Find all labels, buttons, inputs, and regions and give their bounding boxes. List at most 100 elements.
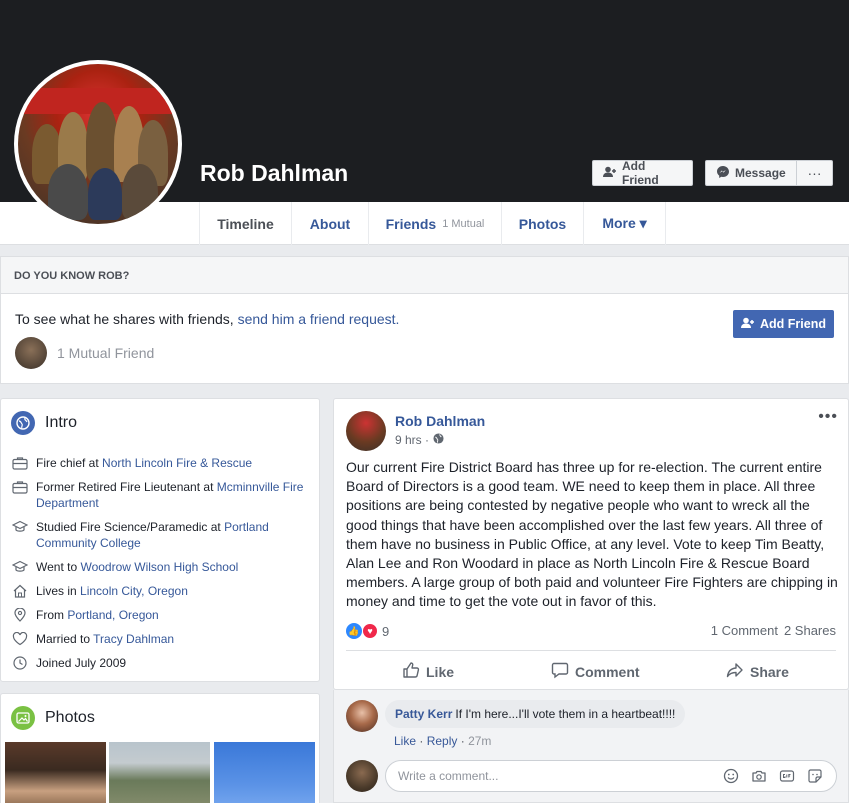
photos-card: Photos xyxy=(0,693,320,803)
comment-time[interactable]: 27m xyxy=(468,734,491,748)
intro-item-joined: Joined July 2009 xyxy=(11,655,311,671)
intro-item-from: From Portland, Oregon xyxy=(11,607,311,623)
love-reaction-icon: ♥ xyxy=(362,623,378,639)
photo-thumbnail[interactable] xyxy=(214,742,315,803)
photos-title: Photos xyxy=(45,709,95,726)
intro-item-text: Fire chief at xyxy=(36,456,103,470)
photo-icon xyxy=(11,706,35,730)
comment-label: Comment xyxy=(575,663,640,680)
send-friend-request-link[interactable]: send him a friend request. xyxy=(238,311,400,327)
do-you-know-text: To see what he shares with friends, send… xyxy=(15,311,399,327)
comment-tools xyxy=(722,767,824,785)
reactions-summary[interactable]: 👍 ♥ 9 xyxy=(346,623,389,639)
profile-picture-image xyxy=(18,64,178,224)
intro-item-link[interactable]: Woodrow Wilson High School xyxy=(80,560,238,574)
shares-count[interactable]: 2 Shares xyxy=(784,623,836,638)
share-label: Share xyxy=(750,663,789,680)
sticker-icon[interactable] xyxy=(806,767,824,785)
share-button[interactable]: Share xyxy=(726,661,789,682)
tab-friends-label: Friends xyxy=(385,215,437,232)
emoji-icon[interactable] xyxy=(722,767,740,785)
comment-text: If I'm here...I'll vote them in a heartb… xyxy=(455,707,676,721)
messenger-icon xyxy=(716,165,730,182)
tab-friends-mutual-count: 1 Mutual xyxy=(442,217,485,230)
add-friend-secondary-label: Add Friend xyxy=(760,317,826,331)
like-button[interactable]: Like xyxy=(402,661,454,682)
intro-item-work: Fire chief at North Lincoln Fire & Rescu… xyxy=(11,455,311,471)
photo-thumbnail[interactable] xyxy=(109,742,210,803)
comment-reply-link[interactable]: Reply xyxy=(427,734,458,748)
add-friend-button[interactable]: Add Friend xyxy=(592,159,693,187)
more-options-button[interactable]: ··· xyxy=(796,160,833,186)
tab-more[interactable]: More ▾ xyxy=(583,202,666,245)
home-icon xyxy=(11,583,28,599)
comment-input[interactable] xyxy=(398,769,722,783)
commenter-avatar[interactable] xyxy=(346,700,378,732)
like-reaction-icon: 👍 xyxy=(346,623,362,639)
post-author-name[interactable]: Rob Dahlman xyxy=(395,413,485,429)
intro-title: Intro xyxy=(45,414,78,431)
comment-meta-separator: · xyxy=(460,734,465,748)
clock-icon xyxy=(11,655,28,671)
tab-photos-label: Photos xyxy=(518,215,567,232)
graduation-cap-icon xyxy=(11,519,28,535)
comment-icon xyxy=(551,661,569,682)
comment-button[interactable]: Comment xyxy=(551,661,640,682)
intro-item-text: From xyxy=(36,608,68,622)
add-friend-button-secondary[interactable]: Add Friend xyxy=(733,310,834,338)
post-options-button[interactable]: ••• xyxy=(818,408,838,426)
mutual-friend-row[interactable]: 1 Mutual Friend xyxy=(15,337,154,369)
tab-about[interactable]: About xyxy=(291,202,368,245)
intro-item-text: Went to xyxy=(36,560,81,574)
post-timestamp[interactable]: 9 hrs · xyxy=(395,433,429,447)
tab-timeline-label: Timeline xyxy=(217,215,274,232)
tab-about-label: About xyxy=(309,215,351,232)
reactions-count: 9 xyxy=(382,623,390,639)
intro-item-married: Married to Tracy Dahlman xyxy=(11,631,311,647)
comment-bubble: Patty Kerr If I'm here...I'll vote them i… xyxy=(385,700,686,728)
thumbs-up-icon xyxy=(402,661,420,682)
photo-thumbnail[interactable] xyxy=(5,742,106,803)
comments-count[interactable]: 1 Comment xyxy=(711,623,778,638)
intro-item-former-work: Former Retired Fire Lieutenant at Mcminn… xyxy=(11,479,311,511)
post-card: Rob Dahlman 9 hrs · ••• Our current Fire… xyxy=(333,398,849,690)
heart-icon xyxy=(11,631,28,647)
comment-input-box[interactable] xyxy=(385,760,837,792)
briefcase-icon xyxy=(11,455,28,471)
tab-timeline[interactable]: Timeline xyxy=(199,202,291,245)
comment-like-link[interactable]: Like xyxy=(394,734,416,748)
intro-item-text: Joined July 2009 xyxy=(36,656,127,670)
intro-item-studied: Studied Fire Science/Paramedic at Portla… xyxy=(11,519,311,551)
intro-card: Intro Fire chief at North Lincoln Fire &… xyxy=(0,398,320,682)
intro-item-link[interactable]: Portland, Oregon xyxy=(67,608,158,622)
commenter-name[interactable]: Patty Kerr xyxy=(395,707,452,721)
mutual-friend-label: 1 Mutual Friend xyxy=(57,345,155,361)
do-you-know-box: DO YOU KNOW ROB? To see what he shares w… xyxy=(0,256,849,384)
comment-meta-separator: · xyxy=(419,734,424,748)
intro-item-text: Lives in xyxy=(36,584,81,598)
like-label: Like xyxy=(426,663,455,680)
message-button[interactable]: Message xyxy=(705,160,797,186)
gif-icon[interactable] xyxy=(778,767,796,785)
graduation-cap-icon xyxy=(11,559,28,575)
tab-more-label: More ▾ xyxy=(602,215,647,231)
briefcase-icon xyxy=(11,479,28,495)
intro-item-text: Former Retired Fire Lieutenant at xyxy=(36,480,217,494)
post-author-avatar[interactable] xyxy=(346,411,386,451)
intro-item-text: Studied Fire Science/Paramedic at xyxy=(36,520,225,534)
comment-meta: Like · Reply · 27m xyxy=(394,734,491,748)
camera-icon[interactable] xyxy=(750,767,768,785)
tab-friends[interactable]: Friends 1 Mutual xyxy=(368,202,501,245)
message-label: Message xyxy=(735,166,786,180)
profile-picture[interactable] xyxy=(14,60,182,228)
photos-header[interactable]: Photos xyxy=(1,694,319,742)
intro-item-school: Went to Woodrow Wilson High School xyxy=(11,559,311,575)
profile-name[interactable]: Rob Dahlman xyxy=(200,160,348,187)
intro-item-lives: Lives in Lincoln City, Oregon xyxy=(11,583,311,599)
tab-photos[interactable]: Photos xyxy=(501,202,583,245)
intro-item-link[interactable]: Tracy Dahlman xyxy=(93,632,174,646)
public-globe-icon xyxy=(433,433,444,447)
do-you-know-prompt: To see what he shares with friends, xyxy=(15,311,234,327)
intro-item-link[interactable]: Lincoln City, Oregon xyxy=(80,584,188,598)
intro-item-link[interactable]: North Lincoln Fire & Rescue xyxy=(102,456,252,470)
